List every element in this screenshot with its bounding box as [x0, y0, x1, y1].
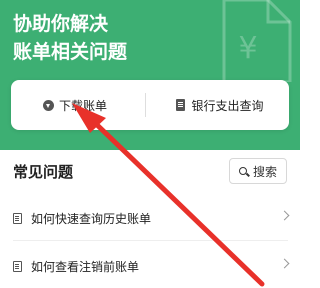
download-bill-button[interactable]: 下载账单: [11, 80, 139, 130]
chevron-right-icon: [279, 258, 290, 269]
faq-section: 常见问题 搜索 如何快速查询历史账单 如何查看注销前账单: [0, 150, 300, 288]
search-icon: [238, 167, 247, 175]
search-label: 搜索: [252, 164, 277, 179]
faq-item-label: 如何快速查询历史账单: [31, 211, 152, 226]
faq-item-label: 如何查看注销前账单: [31, 259, 140, 274]
bank-expense-query-label: 银行支出查询: [191, 98, 264, 113]
faq-item[interactable]: 如何快速查询历史账单: [0, 196, 300, 240]
download-bill-label: 下载账单: [58, 98, 107, 113]
document-icon: [13, 260, 22, 272]
bank-expense-query-button[interactable]: 银行支出查询: [151, 80, 289, 130]
document-icon: [13, 212, 22, 224]
yuan-symbol: ¥: [238, 31, 257, 66]
faq-title: 常见问题: [13, 163, 74, 181]
hero-title-line2: 账单相关问题: [13, 41, 128, 63]
download-icon: [42, 99, 54, 111]
hero-title-line1: 协助你解决: [13, 13, 109, 35]
chevron-right-icon: [279, 210, 290, 221]
faq-item[interactable]: 如何查看注销前账单: [0, 244, 300, 288]
divider: [13, 240, 288, 241]
quick-actions-card: 下载账单 银行支出查询: [11, 80, 289, 130]
hero-title: 协助你解决 账单相关问题: [13, 10, 127, 66]
search-button[interactable]: 搜索: [229, 158, 287, 184]
bill-document-icon: ¥: [222, 0, 292, 82]
card-divider: [145, 93, 146, 117]
document-icon: [176, 99, 186, 111]
